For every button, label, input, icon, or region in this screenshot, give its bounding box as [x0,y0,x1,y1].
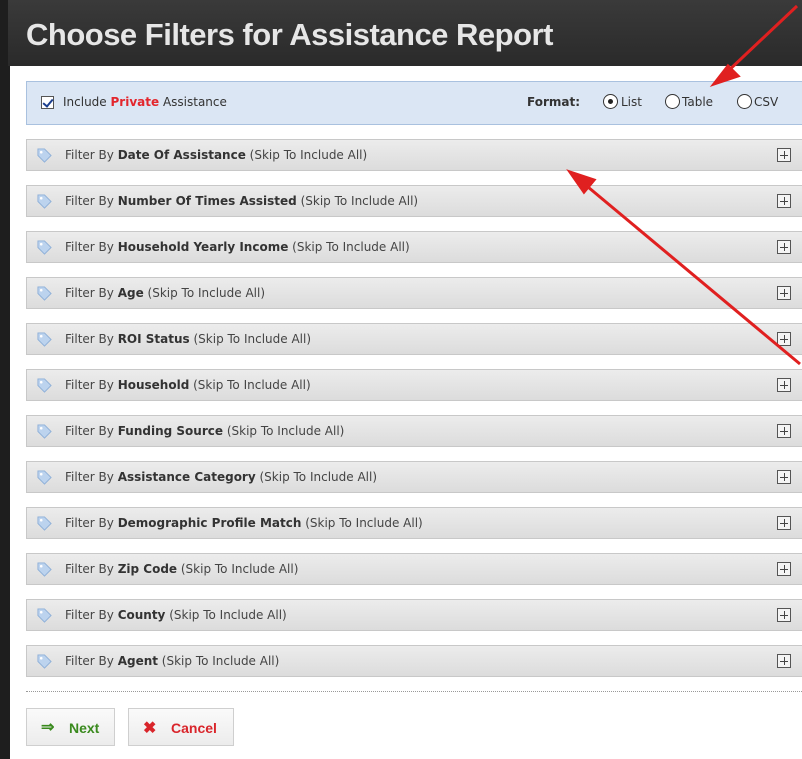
filter-label: Filter By Demographic Profile Match (Ski… [65,516,423,530]
filter-label: Filter By Household (Skip To Include All… [65,378,311,392]
tag-icon [37,148,52,163]
filter-label: Filter By Number Of Times Assisted (Skip… [65,194,419,208]
tag-icon [37,332,52,347]
tag-icon [37,516,52,531]
filter-row[interactable]: Filter By County (Skip To Include All) [26,599,802,631]
expand-plus-icon[interactable] [777,240,791,254]
expand-plus-icon[interactable] [777,194,791,208]
arrow-right-icon: ⇒ [41,719,55,736]
filter-label: Filter By Zip Code (Skip To Include All) [65,562,299,576]
tag-icon [37,424,52,439]
filter-label: Filter By County (Skip To Include All) [65,608,287,622]
filter-row[interactable]: Filter By Number Of Times Assisted (Skip… [26,185,802,217]
include-private-label: Include Private Assistance [63,95,227,109]
format-list-label: List [621,95,642,109]
tag-icon [37,654,52,669]
title-bar: Choose Filters for Assistance Report [8,0,802,66]
divider [26,691,802,692]
filter-label: Filter By Household Yearly Income (Skip … [65,240,410,254]
filter-row[interactable]: Filter By Date Of Assistance (Skip To In… [26,139,802,171]
filter-row[interactable]: Filter By ROI Status (Skip To Include Al… [26,323,802,355]
dialog-body: Include Private Assistance Format: List … [10,66,802,759]
next-button[interactable]: ⇒ Next [26,708,115,746]
expand-plus-icon[interactable] [777,286,791,300]
filter-row[interactable]: Filter By Funding Source (Skip To Includ… [26,415,802,447]
filter-row[interactable]: Filter By Zip Code (Skip To Include All) [26,553,802,585]
expand-plus-icon[interactable] [777,424,791,438]
tag-icon [37,194,52,209]
format-csv-label: CSV [754,95,779,109]
filter-row[interactable]: Filter By Household Yearly Income (Skip … [26,231,802,263]
filter-label: Filter By ROI Status (Skip To Include Al… [65,332,312,346]
tag-icon [37,608,52,623]
tag-icon [37,240,52,255]
filter-label: Filter By Agent (Skip To Include All) [65,654,280,668]
expand-plus-icon[interactable] [777,608,791,622]
cancel-button[interactable]: ✖ Cancel [128,708,234,746]
expand-plus-icon[interactable] [777,378,791,392]
tag-icon [37,562,52,577]
format-table-label: Table [682,95,714,109]
include-private-checkbox[interactable] [41,96,54,109]
filter-row[interactable]: Filter By Age (Skip To Include All) [26,277,802,309]
tag-icon [37,470,52,485]
filter-label: Filter By Assistance Category (Skip To I… [65,470,378,484]
x-icon: ✖ [143,720,157,737]
filter-row[interactable]: Filter By Demographic Profile Match (Ski… [26,507,802,539]
filter-row[interactable]: Filter By Agent (Skip To Include All) [26,645,802,677]
format-table-radio[interactable] [665,94,680,109]
filter-row[interactable]: Filter By Household (Skip To Include All… [26,369,802,401]
expand-plus-icon[interactable] [777,148,791,162]
format-list-radio[interactable] [603,94,618,109]
filter-row[interactable]: Filter By Assistance Category (Skip To I… [26,461,802,493]
filter-label: Filter By Funding Source (Skip To Includ… [65,424,345,438]
format-label: Format: [527,95,581,109]
dialog-frame: Choose Filters for Assistance Report Inc… [0,0,802,759]
options-bar: Include Private Assistance Format: List … [26,81,802,125]
expand-plus-icon[interactable] [777,562,791,576]
tag-icon [37,378,52,393]
expand-plus-icon[interactable] [777,654,791,668]
format-csv-radio[interactable] [737,94,752,109]
expand-plus-icon[interactable] [777,516,791,530]
filter-label: Filter By Date Of Assistance (Skip To In… [65,148,368,162]
filter-label: Filter By Age (Skip To Include All) [65,286,266,300]
tag-icon [37,286,52,301]
expand-plus-icon[interactable] [777,470,791,484]
expand-plus-icon[interactable] [777,332,791,346]
page-title: Choose Filters for Assistance Report [26,17,553,52]
